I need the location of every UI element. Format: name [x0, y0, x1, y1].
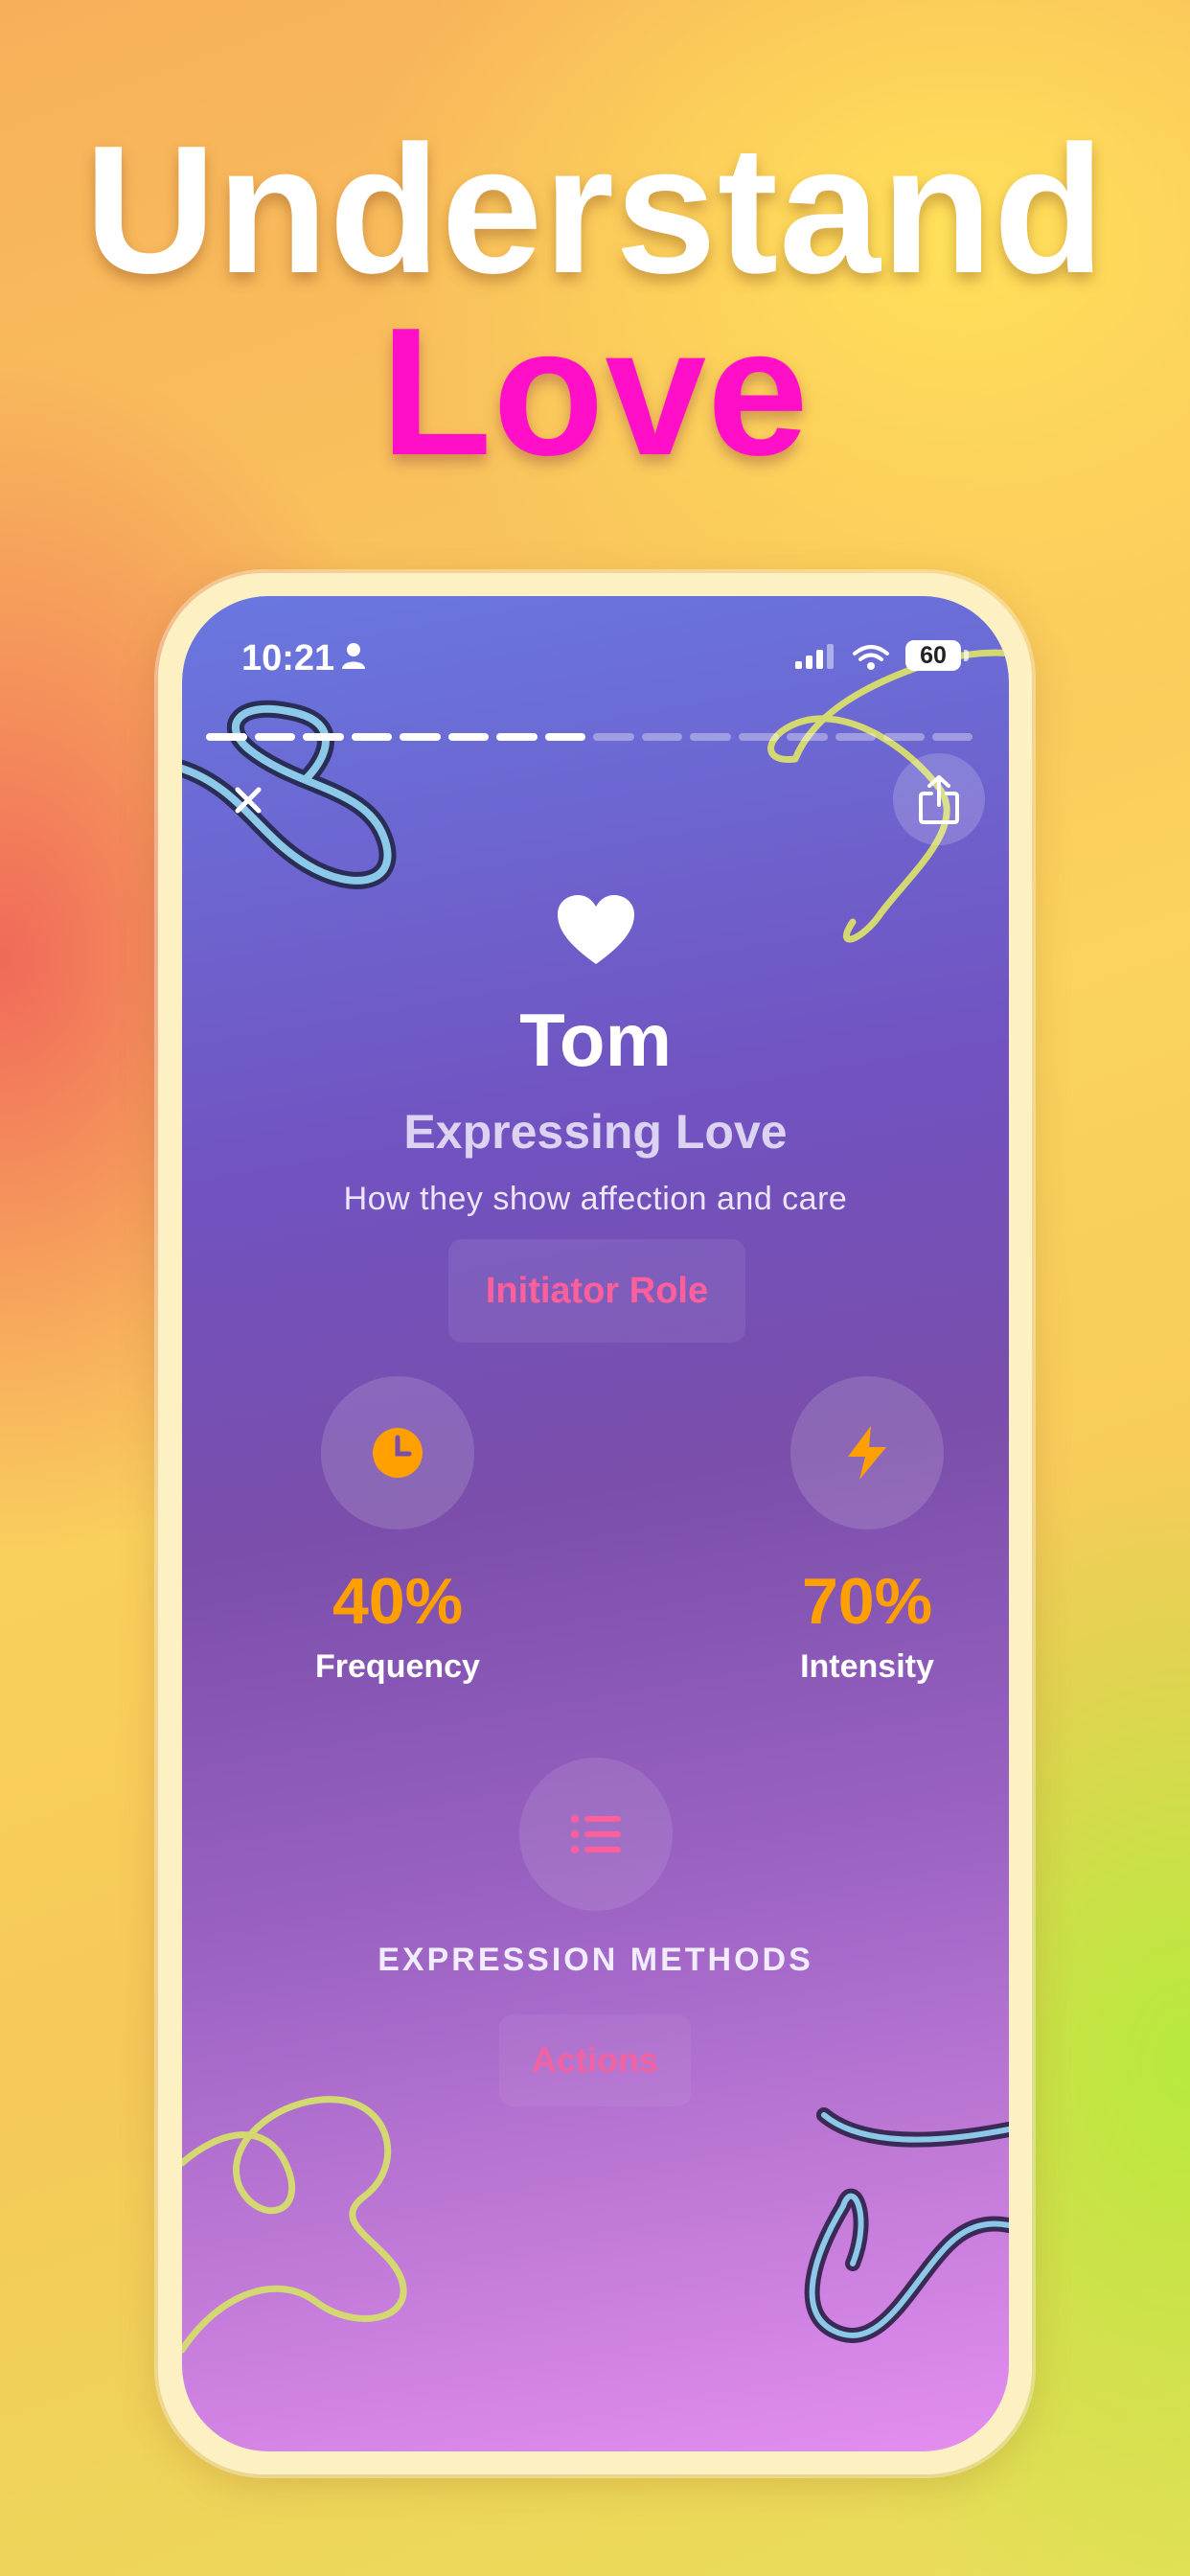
intensity-label: Intensity	[800, 1648, 934, 1685]
frequency-value: 40%	[332, 1565, 464, 1638]
heart-icon	[558, 895, 634, 964]
list-icon	[571, 1815, 621, 1853]
role-badge: Initiator Role	[448, 1239, 745, 1343]
battery-indicator: 60	[905, 640, 961, 671]
progress-segment-complete	[496, 733, 538, 741]
close-icon	[235, 787, 262, 814]
expression-methods-label: EXPRESSION METHODS	[378, 1942, 813, 1978]
headline-understand: Understand	[84, 108, 1106, 311]
progress-segment-pending	[641, 733, 682, 741]
frequency-label: Frequency	[315, 1648, 480, 1685]
progress-segment-complete	[400, 733, 441, 741]
cellular-signal-icon	[795, 644, 834, 669]
bolt-icon	[848, 1426, 886, 1480]
progress-segment-pending	[931, 733, 973, 741]
progress-segment-complete	[254, 733, 295, 741]
progress-segment-pending	[690, 733, 731, 741]
progress-segment-complete	[351, 733, 392, 741]
story-progress-bar	[206, 733, 973, 741]
intensity-value: 70%	[801, 1565, 933, 1638]
share-button[interactable]	[893, 753, 985, 845]
progress-segment-pending	[883, 733, 925, 741]
frequency-icon-circle	[321, 1376, 474, 1530]
methods-icon-circle	[519, 1758, 673, 1911]
close-button[interactable]	[224, 776, 272, 824]
progress-segment-complete	[447, 733, 489, 741]
share-icon	[919, 775, 959, 824]
clock-icon	[373, 1428, 423, 1478]
progress-segment-pending	[787, 733, 828, 741]
app-screen: 10:21 60 Tom Expressing Love How they sh…	[182, 596, 1009, 2451]
progress-segment-pending	[593, 733, 634, 741]
progress-segment-complete	[206, 733, 247, 741]
wifi-icon	[853, 645, 889, 670]
profile-name: Tom	[519, 998, 672, 1082]
progress-segment-pending	[738, 733, 779, 741]
battery-nub	[964, 650, 969, 661]
intensity-icon-circle	[790, 1376, 944, 1530]
person-icon	[342, 643, 365, 669]
status-bar: 10:21 60	[182, 634, 1009, 692]
status-time: 10:21	[241, 638, 335, 678]
progress-segment-complete	[544, 733, 585, 741]
section-subtitle: How they show affection and care	[343, 1181, 848, 1217]
progress-segment-complete	[303, 733, 344, 741]
progress-segment-pending	[835, 733, 876, 741]
actions-badge: Actions	[499, 2014, 691, 2106]
section-title: Expressing Love	[403, 1105, 788, 1159]
headline-love: Love	[380, 290, 810, 494]
